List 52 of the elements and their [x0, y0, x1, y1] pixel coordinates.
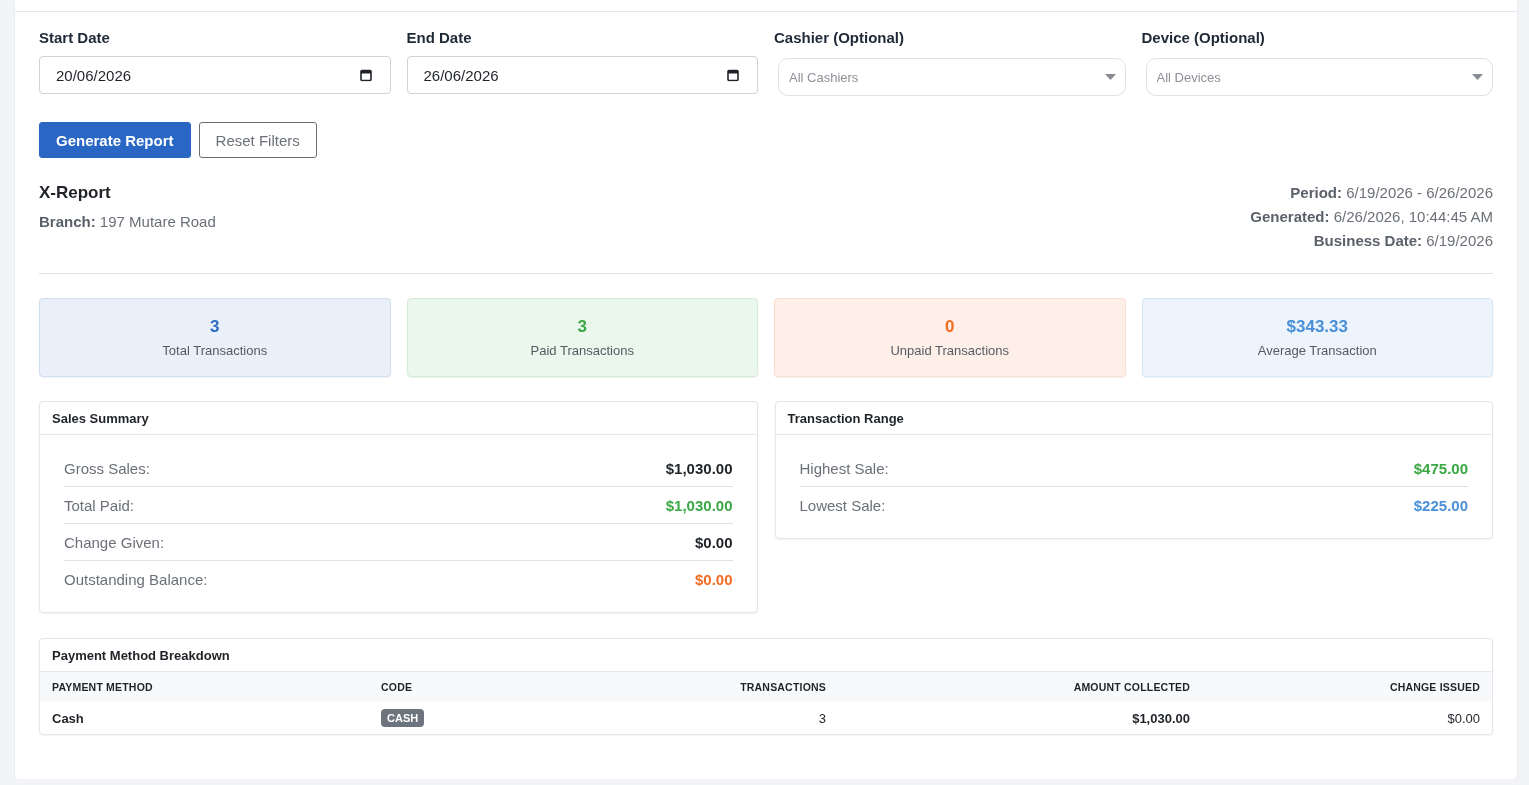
dropdown-field[interactable]: All Devices — [1145, 58, 1493, 96]
field-label: End Date — [406, 28, 473, 48]
stat-label: Paid Transactions — [530, 342, 634, 359]
report-meta-line: Generated: 6/26/2026, 10:44:45 AM — [1250, 207, 1493, 227]
row-value: $0.00 — [694, 570, 733, 588]
panel-title: Payment Method Breakdown — [52, 647, 230, 663]
row-value: $0.00 — [694, 533, 733, 551]
stat-label: Average Transaction — [1257, 342, 1377, 359]
stat-label: Unpaid Transactions — [890, 342, 1009, 359]
field-label: Start Date — [39, 28, 111, 48]
branch-info: Branch: 197 Mutare Road — [39, 212, 216, 232]
date-field[interactable]: 26/06/2026 — [406, 56, 758, 94]
report-title: X-Report — [39, 182, 112, 204]
caret-icon — [1472, 74, 1483, 80]
row-value: $225.00 — [1413, 496, 1468, 514]
stat-value: 0 — [945, 316, 955, 337]
panel-title: Transaction Range — [787, 410, 904, 426]
reset-button[interactable]: Reset Filters — [198, 122, 317, 158]
caret-icon — [1104, 74, 1116, 80]
table-cell: Cash — [40, 702, 369, 734]
row-label: Gross Sales: — [64, 459, 150, 477]
code-tag: CASH — [381, 709, 425, 727]
column-header: AMOUNT COLLECTED — [838, 672, 1202, 702]
column-header: CHANGE ISSUED — [1202, 672, 1492, 702]
field-label: Device (Optional) — [1141, 28, 1266, 48]
row-label: Lowest Sale: — [799, 496, 886, 514]
panel-title: Sales Summary — [52, 410, 149, 426]
calendar-icon — [359, 68, 372, 82]
row-label: Highest Sale: — [799, 459, 889, 477]
stat-value: 3 — [210, 316, 220, 337]
stat-label: Total Transactions — [162, 342, 268, 359]
column-header: CODE — [369, 672, 569, 702]
row-value: $1,030.00 — [665, 496, 733, 514]
stat-value: 3 — [577, 316, 587, 337]
column-header: PAYMENT METHOD — [40, 672, 369, 702]
generate-button[interactable]: Generate Report — [39, 122, 191, 158]
dropdown-field[interactable]: All Cashiers — [778, 58, 1126, 96]
row-label: Change Given: — [64, 533, 165, 551]
field-label: Cashier (Optional) — [774, 28, 905, 48]
row-value: $1,030.00 — [665, 459, 733, 477]
date-field[interactable]: 20/06/2026 — [39, 56, 391, 94]
row-label: Total Paid: — [64, 496, 135, 514]
row-label: Outstanding Balance: — [64, 570, 208, 588]
table-cell: $0.00 — [1202, 702, 1492, 734]
stat-value: $343.33 — [1286, 316, 1348, 337]
report-meta-line: Business Date: 6/19/2026 — [1313, 231, 1493, 251]
column-header: TRANSACTIONS — [569, 672, 838, 702]
calendar-icon — [727, 68, 739, 82]
table-cell: 3 — [569, 702, 838, 734]
row-value: $475.00 — [1413, 459, 1468, 477]
table-cell: $1,030.00 — [838, 702, 1202, 734]
report-meta-line: Period: 6/19/2026 - 6/26/2026 — [1290, 183, 1493, 203]
